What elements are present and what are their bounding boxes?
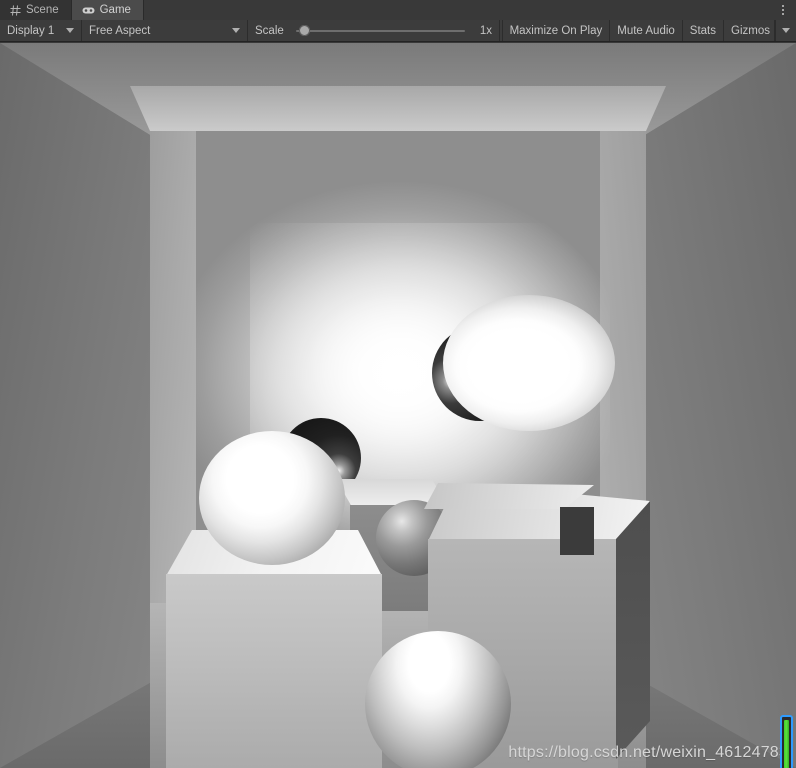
chevron-down-icon [232,28,240,33]
scale-value: 1x [479,24,492,37]
mute-audio-label: Mute Audio [617,24,675,37]
tab-bar-spacer [143,0,770,20]
tab-game-label: Game [99,4,131,16]
gamepad-icon [82,6,95,15]
sphere-upper-right-bright [443,295,615,431]
green-level-bar-fill [784,719,789,768]
aspect-ratio-dropdown[interactable]: Free Aspect [82,20,248,41]
watermark-text: https://blog.csdn.net/weixin_46124783 [508,744,788,761]
stats-label: Stats [689,24,717,37]
green-level-bar[interactable] [780,715,793,768]
scale-slider-knob[interactable] [299,25,311,36]
gizmos-button[interactable]: Gizmos [724,20,775,41]
outer-right-wall [645,43,796,768]
tab-game[interactable]: Game [71,0,144,20]
sphere-left-bright [199,431,345,565]
gizmos-label: Gizmos [731,24,770,37]
grid-icon [10,4,21,16]
display-dropdown[interactable]: Display 1 [0,20,82,41]
scale-slider-group[interactable]: Scale 1x [248,20,500,41]
cube-right-front-side [616,501,650,759]
kebab-menu-icon[interactable] [770,0,796,20]
scale-slider-track [295,29,465,32]
tab-scene[interactable]: Scene [0,0,72,20]
cube-back-slab-top [424,483,594,509]
mute-audio-button[interactable]: Mute Audio [610,20,683,41]
tab-scene-label: Scene [26,4,59,16]
scale-slider[interactable] [295,24,465,38]
outer-left-wall [0,43,150,768]
cube-center-back-shadow-slab [424,483,594,555]
maximize-on-play-label: Maximize On Play [509,24,603,37]
toolbar-right-group: Maximize On Play Mute Audio Stats Gizmos [501,20,796,41]
scale-label: Scale [255,24,284,37]
unity-game-window: Scene Game Display 1 Free Aspect Scale 1… [0,0,796,768]
game-view-render[interactable]: https://blog.csdn.net/weixin_46124783 [0,43,796,768]
sphere-bottom-front [365,631,511,768]
tab-bar: Scene Game [0,0,796,20]
chevron-down-icon [66,28,74,33]
gizmos-dropdown-button[interactable] [775,20,796,41]
cube-left-pedestal-front [166,574,382,768]
cube-left-pedestal [166,530,382,768]
display-dropdown-label: Display 1 [7,24,55,37]
maximize-on-play-button[interactable]: Maximize On Play [501,20,611,41]
stats-button[interactable]: Stats [682,20,725,41]
chevron-down-icon [782,28,790,33]
aspect-ratio-label: Free Aspect [89,24,151,37]
game-view-toolbar: Display 1 Free Aspect Scale 1x Maximize … [0,20,796,42]
cube-back-slab-front [560,507,594,555]
